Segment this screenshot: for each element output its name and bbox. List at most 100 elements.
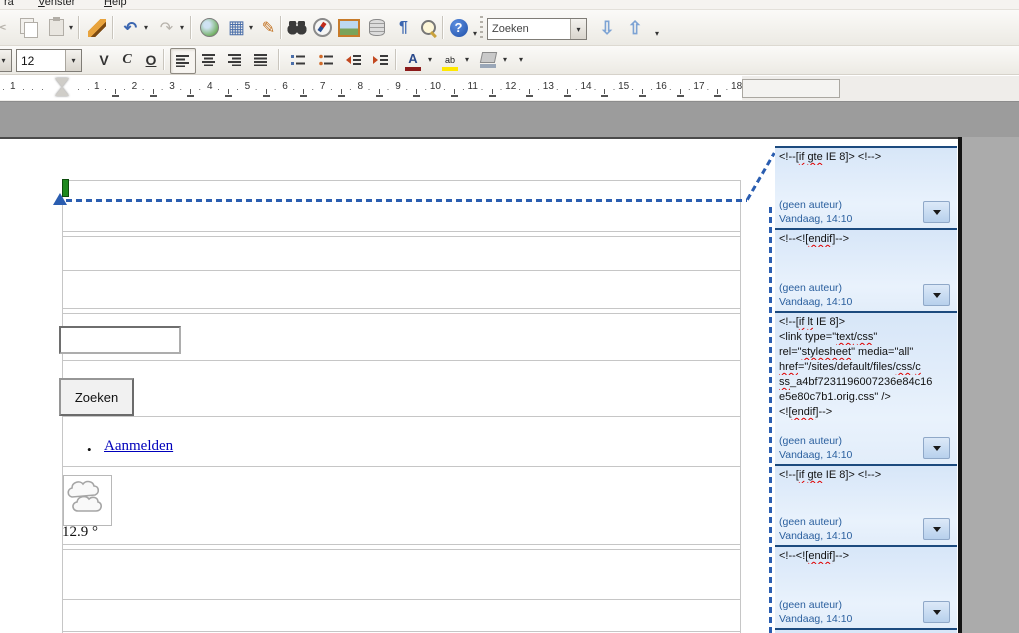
format-paintbrush-icon[interactable] <box>84 15 109 40</box>
italic-button[interactable]: C <box>115 48 139 72</box>
find-previous-icon[interactable]: ⇧ <box>622 15 648 41</box>
tab-stop-marker[interactable] <box>677 89 684 97</box>
font-name-combobox[interactable]: ▾ <box>0 49 12 72</box>
find-text-value[interactable]: Zoeken <box>488 23 570 35</box>
font-size-value[interactable]: 12 <box>17 54 65 68</box>
weather-cloud-image[interactable] <box>63 475 112 526</box>
highlighting-button[interactable]: ab <box>438 48 462 72</box>
cut-icon[interactable]: ✂ <box>0 15 13 40</box>
undo-icon[interactable]: ↶ <box>118 15 143 40</box>
highlighting-dropdown-icon[interactable]: ▾ <box>462 54 472 66</box>
table-line <box>62 180 741 181</box>
tab-stop-marker[interactable] <box>225 89 232 97</box>
comment-menu-button[interactable] <box>923 601 950 623</box>
increase-indent-button[interactable] <box>369 48 393 72</box>
find-combobox-dropdown-icon[interactable]: ▾ <box>570 19 586 39</box>
document-search-button[interactable]: Zoeken <box>59 378 134 416</box>
font-size-dropdown-icon[interactable]: ▾ <box>65 50 81 71</box>
underline-button[interactable]: O <box>139 48 163 72</box>
comment-menu-button[interactable] <box>923 437 950 459</box>
tab-stop-marker[interactable] <box>714 89 721 97</box>
tab-stop-marker[interactable] <box>564 89 571 97</box>
hyperlink-icon[interactable] <box>197 15 222 40</box>
comment-author: (geen auteur) <box>779 435 842 447</box>
formatting-toolbar-overflow-icon[interactable]: ▾ <box>516 54 526 66</box>
comment[interactable]: <!--[if lt IE 8]> <box>775 628 957 633</box>
zoom-icon[interactable] <box>416 15 441 40</box>
menu-item[interactable]: Venster <box>38 0 75 9</box>
tab-stop-marker[interactable] <box>526 89 533 97</box>
tab-stop-marker[interactable] <box>187 89 194 97</box>
comment[interactable]: <!--[if gte IE 8]> <!--> (geen auteur) V… <box>775 464 957 545</box>
background-color-button[interactable] <box>476 48 500 72</box>
comment-menu-button[interactable] <box>923 284 950 306</box>
comment-text[interactable]: <!--[if lt IE 8]><link type="text/css"re… <box>775 313 957 420</box>
menu-item[interactable]: Help <box>104 0 127 9</box>
align-right-button[interactable] <box>223 48 247 72</box>
ruler-mark: · <box>217 84 220 94</box>
comment-text[interactable]: <!--<![endif]--> <box>775 547 957 564</box>
navigator-icon[interactable] <box>310 15 335 40</box>
redo-icon[interactable]: ↷ <box>154 15 179 40</box>
find-toolbar-overflow-icon[interactable]: ▾ <box>652 28 662 40</box>
table-dropdown-icon[interactable]: ▾ <box>246 22 256 34</box>
ruler-right-margin[interactable] <box>742 79 840 98</box>
copy-icon[interactable] <box>16 15 41 40</box>
tab-stop-marker[interactable] <box>300 89 307 97</box>
font-size-combobox[interactable]: 12 ▾ <box>16 49 82 72</box>
tab-stop-marker[interactable] <box>112 89 119 97</box>
menu-item[interactable]: ra <box>4 0 14 9</box>
comment[interactable]: <!--<![endif]--> (geen auteur) Vandaag, … <box>775 228 957 311</box>
ruler[interactable]: 1······1··2··3··4··5··6··7··8··9··10··11… <box>0 76 1019 102</box>
decrease-indent-button[interactable] <box>342 48 366 72</box>
font-color-dropdown-icon[interactable]: ▾ <box>425 54 435 66</box>
tab-stop-marker[interactable] <box>413 89 420 97</box>
find-text-combobox[interactable]: Zoeken ▾ <box>487 18 587 40</box>
ruler-number: 13 <box>543 81 554 92</box>
gallery-icon[interactable] <box>336 15 361 40</box>
ruler-mark: · <box>593 84 596 94</box>
paste-dropdown-icon[interactable]: ▾ <box>66 22 76 34</box>
tab-stop-marker[interactable] <box>150 89 157 97</box>
comment-menu-button[interactable] <box>923 201 950 223</box>
data-sources-icon[interactable] <box>364 15 389 40</box>
background-color-dropdown-icon[interactable]: ▾ <box>500 54 510 66</box>
undo-dropdown-icon[interactable]: ▾ <box>141 22 151 34</box>
comment[interactable]: <!--[if gte IE 8]> <!--> (geen auteur) V… <box>775 146 957 228</box>
align-center-button[interactable] <box>197 48 221 72</box>
draw-functions-icon[interactable]: ✎ <box>256 15 281 40</box>
first-line-indent-marker[interactable] <box>55 78 69 87</box>
bullet-list-button[interactable] <box>314 48 338 72</box>
comment-time: Vandaag, 14:10 <box>779 296 852 308</box>
font-name-dropdown-icon[interactable]: ▾ <box>0 50 11 71</box>
redo-dropdown-icon[interactable]: ▾ <box>177 22 187 34</box>
align-left-button[interactable] <box>170 48 196 74</box>
tab-stop-marker[interactable] <box>263 89 270 97</box>
tab-stop-marker[interactable] <box>338 89 345 97</box>
separator <box>112 16 114 39</box>
comment-menu-button[interactable] <box>923 518 950 540</box>
left-indent-marker[interactable] <box>55 87 69 96</box>
font-color-button[interactable]: A <box>401 48 425 72</box>
find-replace-icon[interactable] <box>284 15 309 40</box>
tab-stop-marker[interactable] <box>376 89 383 97</box>
comment-text[interactable]: <!--[if gte IE 8]> <!--> <box>775 466 957 483</box>
numbered-list-button[interactable] <box>286 48 310 72</box>
toolbar-overflow-icon[interactable]: ▾ <box>470 28 480 40</box>
tab-stop-marker[interactable] <box>601 89 608 97</box>
align-justify-button[interactable] <box>249 48 273 72</box>
signin-link[interactable]: Aanmelden <box>104 438 173 455</box>
tab-stop-marker[interactable] <box>451 89 458 97</box>
document-text-input[interactable] <box>59 326 181 354</box>
bold-button[interactable]: V <box>92 48 116 72</box>
comment[interactable]: <!--<![endif]--> (geen auteur) Vandaag, … <box>775 545 957 628</box>
help-icon[interactable]: ? <box>446 15 471 40</box>
comment-text[interactable]: <!--[if gte IE 8]> <!--> <box>775 148 957 165</box>
comment[interactable]: <!--[if lt IE 8]><link type="text/css"re… <box>775 311 957 464</box>
comment-text[interactable]: <!--<![endif]--> <box>775 230 957 247</box>
formatting-marks-icon[interactable]: ¶ <box>391 15 416 40</box>
toolbar-grip[interactable] <box>480 16 483 40</box>
tab-stop-marker[interactable] <box>489 89 496 97</box>
tab-stop-marker[interactable] <box>639 89 646 97</box>
find-next-icon[interactable]: ⇩ <box>594 15 620 41</box>
